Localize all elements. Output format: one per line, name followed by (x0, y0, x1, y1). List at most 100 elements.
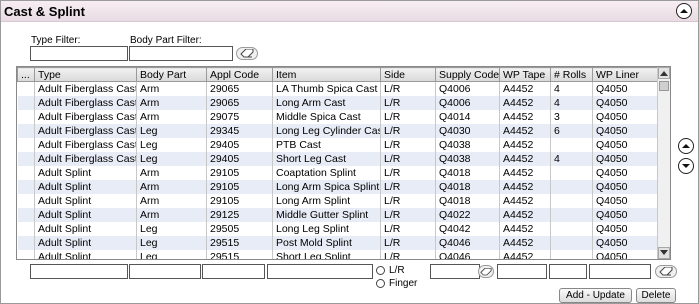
cell-appl-code: 29105 (206, 165, 273, 180)
scrollbar-thumb[interactable] (659, 81, 669, 91)
cell-select (17, 250, 35, 259)
cell-side: L/R (380, 151, 436, 166)
table-row[interactable]: Adult Splint Leg 29505 Long Leg Splint L/R Q4… (17, 221, 660, 237)
column-header-supply-code[interactable]: Supply Code (435, 67, 500, 82)
cell-body-part: Leg (136, 123, 207, 138)
column-header-item[interactable]: Item (272, 67, 381, 82)
table-row[interactable]: Adult Splint Leg 29515 Short Leg Splint L/R Q… (17, 250, 660, 259)
eraser-icon (659, 267, 673, 276)
table-row[interactable]: Adult Fiberglass Cast Arm 29075 Middle Spic… (17, 109, 660, 124)
move-down-button[interactable] (678, 158, 694, 174)
cell-type: Adult Fiberglass Cast (34, 95, 137, 110)
cell-wp-tape: A4452 (499, 165, 551, 180)
column-header-wp-tape[interactable]: WP Tape (499, 67, 551, 82)
scroll-down-arrow-icon[interactable] (658, 247, 670, 259)
cell-wp-liner: Q4050 (592, 137, 660, 152)
cell-appl-code: 29345 (206, 123, 273, 138)
cell-item: Middle Gutter Splint (272, 207, 381, 222)
cell-appl-code: 29405 (206, 151, 273, 166)
column-header-side[interactable]: Side (380, 67, 436, 82)
cell-wp-liner: Q4050 (592, 151, 660, 166)
cell-item: Short Leg Splint (272, 250, 381, 259)
cell-appl-code: 29505 (206, 221, 273, 237)
add-update-button[interactable]: Add - Update (559, 288, 632, 303)
clear-filter-button[interactable] (236, 47, 258, 60)
edit-type-input[interactable] (30, 264, 128, 279)
grid-vertical-scrollbar[interactable] (657, 67, 670, 259)
side-finger-option[interactable]: Finger (376, 278, 417, 289)
cell-wp-liner: Q4050 (592, 207, 660, 222)
cell-select (17, 151, 35, 166)
cell-rolls (550, 236, 593, 251)
column-header-body-part[interactable]: Body Part (136, 67, 207, 82)
type-filter-label: Type Filter: (31, 35, 81, 46)
cell-select (17, 179, 35, 194)
table-row[interactable]: Adult Fiberglass Cast Leg 29345 Long Leg Cy… (17, 123, 660, 138)
cell-wp-tape: A4452 (499, 137, 551, 152)
edit-body-part-input[interactable] (129, 264, 201, 279)
cell-side: L/R (380, 137, 436, 152)
cell-select (17, 123, 35, 138)
cell-type: Adult Splint (34, 193, 137, 208)
column-header-type[interactable]: Type (34, 67, 137, 82)
cast-splint-panel: Cast & Splint Type Filter: Body Part Fil… (0, 0, 699, 304)
cell-supply-code: Q4014 (435, 109, 500, 124)
table-row[interactable]: Adult Fiberglass Cast Arm 29065 LA Thumb Sp… (17, 81, 660, 96)
cell-supply-code: Q4042 (435, 221, 500, 237)
cell-body-part: Arm (136, 193, 207, 208)
cell-rolls: 3 (550, 109, 593, 124)
edit-wp-tape-input[interactable] (497, 264, 547, 279)
table-row[interactable]: Adult Fiberglass Cast Arm 29065 Long Arm Ca… (17, 95, 660, 110)
cell-rolls: 6 (550, 123, 593, 138)
cell-side: L/R (380, 81, 436, 96)
cell-wp-liner: Q4050 (592, 95, 660, 110)
delete-button[interactable]: Delete (636, 288, 676, 303)
cell-side: L/R (380, 179, 436, 194)
cell-item: LA Thumb Spica Cast (272, 81, 381, 96)
table-row[interactable]: Adult Fiberglass Cast Leg 29405 PTB Cast L/R… (17, 137, 660, 152)
cell-appl-code: 29065 (206, 95, 273, 110)
cell-wp-liner: Q4050 (592, 165, 660, 180)
column-header-rolls[interactable]: # Rolls (550, 67, 593, 82)
column-header-wp-liner[interactable]: WP Liner (592, 67, 660, 82)
cell-rolls: 4 (550, 95, 593, 110)
side-finger-radio[interactable] (376, 279, 385, 288)
cell-item: Long Leg Splint (272, 221, 381, 237)
move-up-button[interactable] (678, 138, 694, 154)
body-part-filter-input[interactable] (129, 46, 233, 61)
side-lr-radio[interactable] (376, 266, 385, 275)
table-row[interactable]: Adult Fiberglass Cast Leg 29405 Short Leg C… (17, 151, 660, 166)
cell-supply-code: Q4030 (435, 123, 500, 138)
table-row[interactable]: Adult Splint Arm 29125 Middle Gutter Splint… (17, 207, 660, 222)
table-row[interactable]: Adult Splint Arm 29105 Long Arm Splint L/R Q4… (17, 193, 660, 208)
scroll-up-arrow-icon[interactable] (658, 67, 670, 79)
edit-supply-code-input[interactable] (430, 264, 480, 279)
cell-type: Adult Fiberglass Cast (34, 123, 137, 138)
collapse-button[interactable] (676, 3, 692, 19)
cell-side: L/R (380, 109, 436, 124)
cell-body-part: Leg (136, 236, 207, 251)
cell-type: Adult Splint (34, 236, 137, 251)
cast-splint-grid: ... Type Body Part Appl Code Item Side S… (16, 66, 671, 260)
side-lr-option[interactable]: L/R (376, 265, 405, 276)
table-row[interactable]: Adult Splint Leg 29515 Post Mold Splint L/R Q… (17, 236, 660, 251)
cell-rolls (550, 193, 593, 208)
cell-wp-tape: A4452 (499, 151, 551, 166)
clear-edit-row-button[interactable] (655, 265, 677, 278)
cell-type: Adult Fiberglass Cast (34, 81, 137, 96)
clear-supply-code-button[interactable] (478, 265, 494, 278)
cell-side: L/R (380, 250, 436, 259)
cell-item: PTB Cast (272, 137, 381, 152)
panel-title: Cast & Splint (4, 4, 85, 19)
type-filter-input[interactable] (30, 46, 128, 61)
cell-wp-tape: A4452 (499, 179, 551, 194)
edit-item-input[interactable] (267, 264, 373, 279)
edit-rolls-input[interactable] (549, 264, 587, 279)
column-header-select[interactable]: ... (17, 67, 35, 82)
edit-wp-liner-input[interactable] (589, 264, 651, 279)
edit-appl-code-input[interactable] (202, 264, 265, 279)
cell-item: Long Arm Cast (272, 95, 381, 110)
column-header-appl-code[interactable]: Appl Code (206, 67, 273, 82)
table-row[interactable]: Adult Splint Arm 29105 Coaptation Splint L/R… (17, 165, 660, 180)
table-row[interactable]: Adult Splint Arm 29105 Long Arm Spica Splin… (17, 179, 660, 194)
